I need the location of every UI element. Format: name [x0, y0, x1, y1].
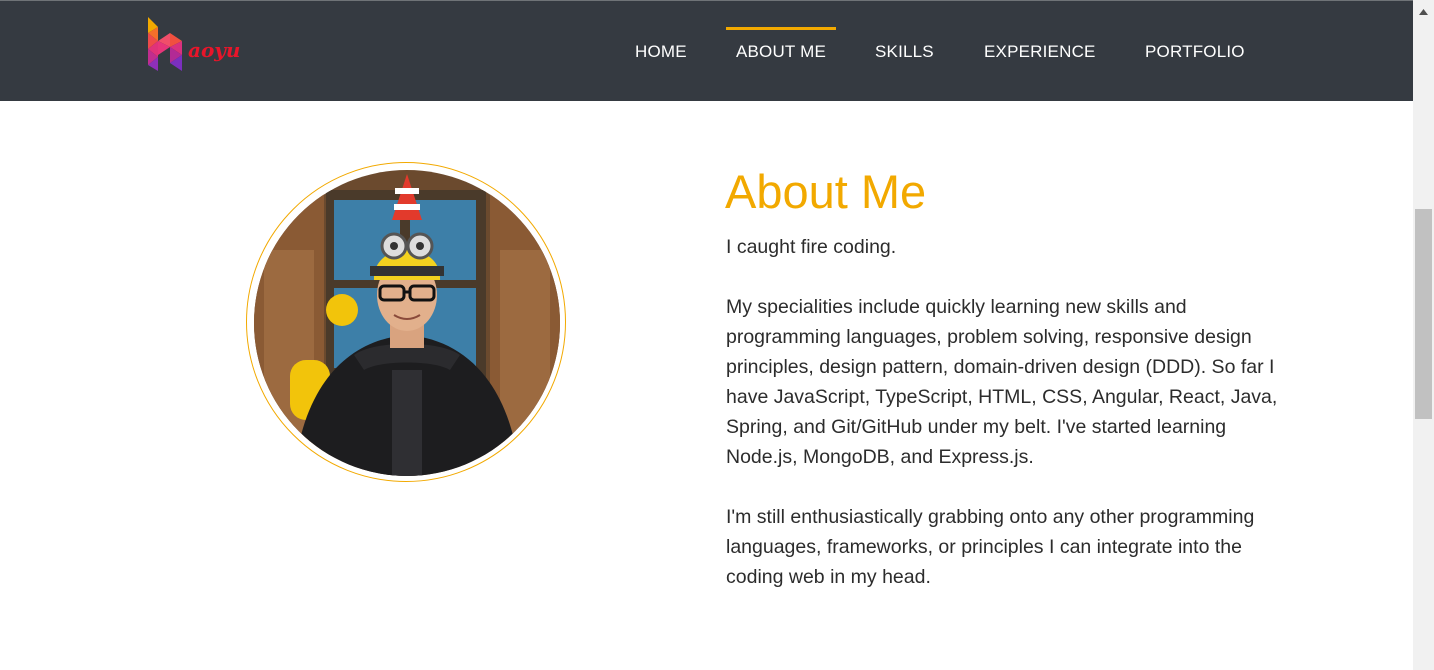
scrollbar-thumb[interactable] — [1415, 209, 1432, 419]
about-paragraph: I'm still enthusiastically grabbing onto… — [726, 506, 1255, 588]
logo-text: aoyu — [188, 38, 240, 62]
profile-photo — [254, 170, 560, 476]
nav-home[interactable]: HOME — [635, 27, 687, 77]
about-paragraph: I caught fire coding. — [726, 236, 897, 258]
vertical-scrollbar[interactable] — [1413, 0, 1434, 670]
site-logo[interactable]: aoyu — [146, 15, 261, 73]
about-description: I caught fire coding. My specialities in… — [726, 232, 1298, 622]
nav-about-me[interactable]: ABOUT ME — [726, 27, 836, 77]
nav-experience[interactable]: EXPERIENCE — [984, 27, 1096, 77]
navbar: aoyu HOME ABOUT ME SKILLS EXPERIENCE POR… — [0, 0, 1413, 101]
nav-portfolio[interactable]: PORTFOLIO — [1145, 27, 1245, 77]
about-paragraph: My specialities include quickly learning… — [726, 296, 1278, 468]
triangle-up-icon[interactable] — [1413, 0, 1434, 24]
nav-skills[interactable]: SKILLS — [875, 27, 934, 77]
about-title: About Me — [725, 165, 927, 218]
